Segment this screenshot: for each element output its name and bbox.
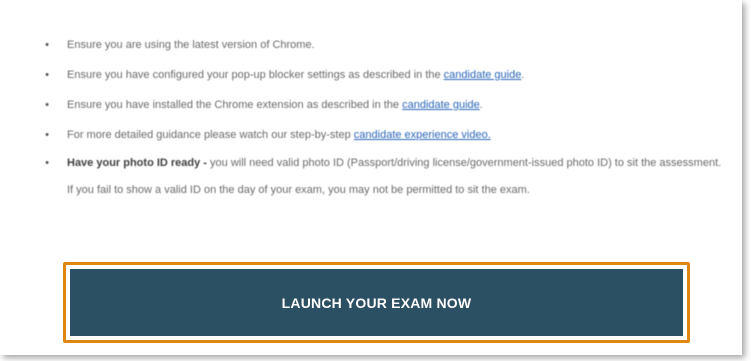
instruction-text: Ensure you have installed the Chrome ext…	[67, 99, 403, 111]
candidate-guide-link[interactable]: candidate guide	[402, 99, 480, 111]
photo-id-heading: Have your photo ID ready -	[67, 157, 207, 169]
instruction-item-chrome-version: • Ensure you are using the latest versio…	[42, 30, 722, 60]
instruction-text: For more detailed guidance please watch …	[67, 129, 354, 141]
instruction-punctuation: .	[479, 99, 483, 111]
instruction-item-guidance-video: • For more detailed guidance please watc…	[42, 120, 722, 150]
instruction-item-photo-id: • Have your photo ID ready - you will ne…	[42, 150, 722, 204]
instruction-punctuation: .	[521, 69, 525, 81]
candidate-experience-video-link[interactable]: candidate experience video.	[354, 129, 491, 141]
launch-exam-button-label: LAUNCH YOUR EXAM NOW	[281, 294, 472, 311]
instruction-item-chrome-extension: • Ensure you have installed the Chrome e…	[42, 90, 722, 120]
instruction-item-popup-blocker: • Ensure you have configured your pop-up…	[42, 60, 722, 90]
bullet-icon: •	[45, 69, 49, 81]
launch-button-highlight: LAUNCH YOUR EXAM NOW	[63, 262, 690, 343]
bullet-icon: •	[45, 39, 49, 51]
candidate-guide-link[interactable]: candidate guide	[444, 69, 522, 81]
launch-exam-button[interactable]: LAUNCH YOUR EXAM NOW	[70, 269, 683, 336]
instruction-text: Ensure you have configured your pop-up b…	[67, 69, 444, 81]
instructions-panel: • Ensure you are using the latest versio…	[0, 0, 742, 355]
bullet-icon: •	[45, 99, 49, 111]
instructions-list: • Ensure you are using the latest versio…	[42, 30, 722, 204]
bullet-icon: •	[45, 157, 49, 169]
instruction-text: Ensure you are using the latest version …	[67, 39, 315, 51]
bullet-icon: •	[45, 129, 49, 141]
